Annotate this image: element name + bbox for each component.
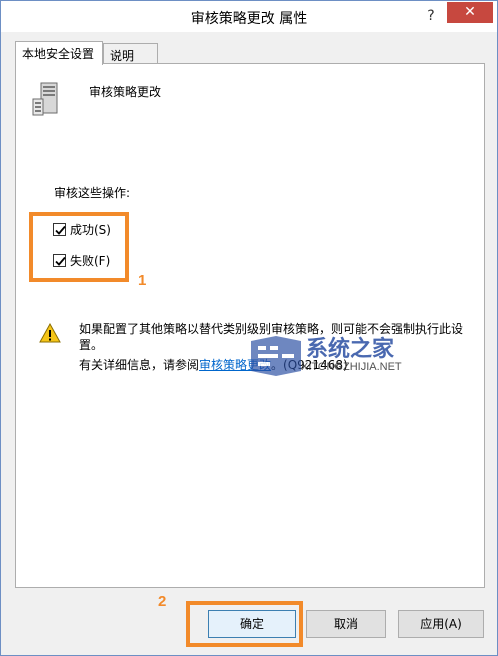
checkmark-icon <box>55 225 66 235</box>
close-button[interactable]: ✕ <box>447 2 493 23</box>
audit-actions-label: 审核这些操作: <box>54 186 131 200</box>
failure-checkbox-row[interactable]: 失败(F) <box>53 252 110 268</box>
success-checkbox-label: 成功(S) <box>70 222 111 237</box>
warning-icon <box>39 323 61 343</box>
annotation-number-1: 1 <box>138 272 147 289</box>
success-checkbox[interactable] <box>53 222 66 236</box>
properties-window: 审核策略更改 属性 ? ✕ 本地安全设置 说明 审核策略更改 审核这些操作: 1… <box>0 0 498 656</box>
checkmark-icon <box>55 256 66 266</box>
title-bar[interactable]: 审核策略更改 属性 ? ✕ <box>1 1 497 32</box>
help-button[interactable]: ? <box>419 4 443 28</box>
policy-name: 审核策略更改 <box>89 85 162 99</box>
watermark-text: 系统之家 <box>306 337 395 362</box>
tab-explain[interactable]: 说明 <box>103 43 158 64</box>
cancel-button[interactable]: 取消 <box>306 610 386 638</box>
apply-button[interactable]: 应用(A) <box>398 610 484 638</box>
annotation-number-2: 2 <box>158 593 167 610</box>
server-icon <box>32 82 58 116</box>
tab-local-security-setting[interactable]: 本地安全设置 <box>15 41 103 65</box>
success-checkbox-row[interactable]: 成功(S) <box>53 221 111 237</box>
tab-strip: 本地安全设置 说明 <box>15 41 485 65</box>
ok-button[interactable]: 确定 <box>208 610 296 638</box>
watermark-subtext: XITONGZHIJIA.NET <box>301 361 402 373</box>
failure-checkbox[interactable] <box>53 253 66 267</box>
failure-checkbox-label: 失败(F) <box>70 253 111 268</box>
warning-more-info-prefix: 有关详细信息，请参阅 <box>79 358 200 372</box>
